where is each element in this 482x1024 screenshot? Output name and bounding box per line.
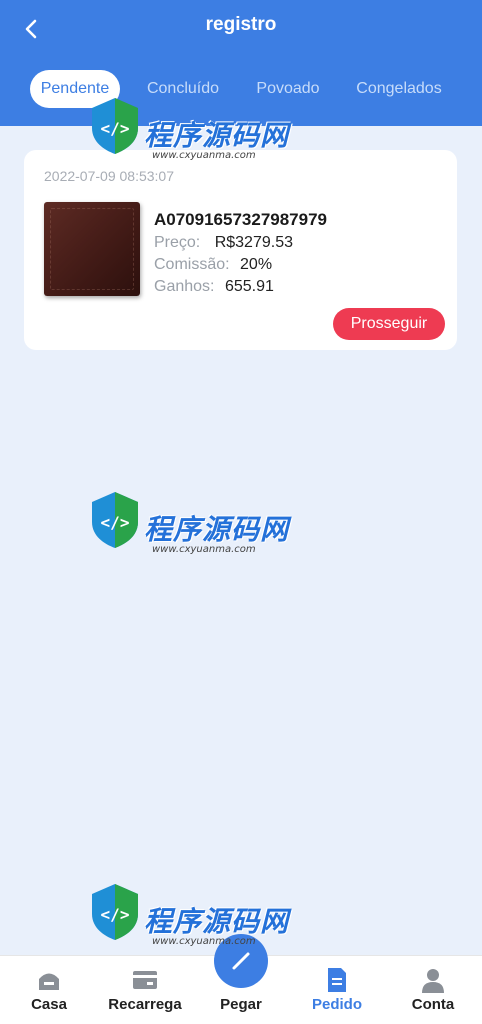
bottom-nav: Casa Recarrega Pegar Pedido Conta — [0, 934, 482, 1024]
earnings-label: Ganhos: — [154, 278, 215, 295]
card-icon — [133, 971, 157, 989]
svg-text:</>: </> — [101, 513, 130, 532]
status-tabs: Pendente Concluído Povoado Congelados — [0, 70, 482, 110]
page-title: registro — [205, 14, 277, 35]
watermark-url: www.cxyuanma.com — [152, 544, 256, 555]
home-icon — [39, 973, 59, 990]
tab-concluido[interactable]: Concluído — [140, 70, 226, 108]
nav-conta[interactable]: Conta — [385, 956, 481, 1024]
tab-pendente[interactable]: Pendente — [30, 70, 120, 108]
order-number: A07091657327987979 — [154, 210, 328, 229]
shield-code-icon: </> — [92, 884, 138, 940]
watermark-text: 程序源码网 — [144, 513, 290, 546]
tab-povoado[interactable]: Povoado — [248, 70, 328, 108]
shield-code-icon: </> — [92, 492, 138, 548]
tab-congelados[interactable]: Congelados — [348, 70, 450, 108]
price-row: Preço: R$3279.53 — [154, 234, 293, 252]
watermark-logo: </> 程序源码网 www.cxyuanma.com — [86, 488, 296, 578]
order-card: 2022-07-09 08:53:07 A07091657327987979 P… — [24, 150, 457, 350]
header-bar: registro Pendente Concluído Povoado Cong… — [0, 0, 482, 126]
earnings-row: Ganhos: 655.91 — [154, 278, 274, 296]
nav-label-recarrega: Recarrega — [108, 996, 182, 1013]
price-value: R$3279.53 — [214, 234, 293, 251]
order-date: 2022-07-09 08:53:07 — [44, 168, 174, 184]
nav-recarrega[interactable]: Recarrega — [97, 956, 193, 1024]
nav-label-conta: Conta — [411, 996, 455, 1013]
nav-casa[interactable]: Casa — [1, 956, 97, 1024]
nav-label-pegar: Pegar — [220, 996, 262, 1013]
nav-label-casa: Casa — [31, 996, 67, 1013]
commission-value: 20% — [240, 256, 273, 273]
commission-label: Comissão: — [154, 256, 230, 273]
nav-pedido[interactable]: Pedido — [289, 956, 385, 1024]
earnings-value: 655.91 — [224, 278, 274, 295]
product-image — [44, 202, 140, 296]
document-icon — [328, 968, 346, 992]
proceed-button[interactable]: Prosseguir — [333, 308, 445, 340]
price-label: Preço: — [154, 234, 201, 251]
grab-icon — [214, 934, 268, 988]
nav-pegar[interactable]: Pegar — [193, 934, 289, 1024]
svg-text:</>: </> — [101, 905, 130, 924]
nav-label-pedido: Pedido — [311, 996, 362, 1013]
user-icon — [422, 969, 444, 993]
commission-row: Comissão: 20% — [154, 256, 272, 274]
